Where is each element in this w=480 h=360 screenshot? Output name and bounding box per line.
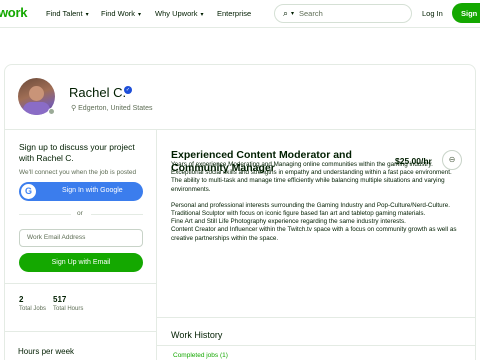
column-divider [156, 129, 157, 360]
chevron-down-icon: ▾ [85, 12, 89, 18]
or-divider-label: or [77, 210, 83, 217]
description-line: Exceptional social skills and strengths … [171, 169, 452, 177]
description-line: Years of experience Moderating and Manag… [171, 161, 433, 168]
profile-location: ⚲ Edgerton, United States [71, 104, 152, 112]
signup-button[interactable]: Sign [452, 3, 480, 23]
search-input[interactable]: Search [299, 9, 323, 18]
total-jobs-value: 2 [19, 295, 24, 304]
chevron-down-icon[interactable]: ▾ [291, 10, 294, 17]
nav-why-upwork-label: Why Upwork [155, 9, 198, 18]
profile-card: Rachel C. ✓ ⚲ Edgerton, United States Sig… [4, 64, 476, 360]
signup-heading: Sign up to discuss your project with Rac… [19, 142, 135, 163]
total-hours-value: 517 [53, 295, 67, 304]
search-icon: ⌕ [283, 8, 289, 18]
top-nav: work Find Talent ▾ Find Work ▾ Why Upwork ▾… [0, 0, 480, 28]
hours-divider [5, 331, 156, 332]
location-text: Edgerton, United States [78, 105, 153, 112]
google-signin-button[interactable]: G Sign In with Google [19, 182, 143, 201]
search-bar[interactable]: ⌕ ▾ Search [274, 4, 412, 23]
signup-subtext: We'll connect you when the job is posted [19, 169, 137, 176]
google-signin-label: Sign In with Google [62, 187, 123, 194]
nav-find-talent[interactable]: Find Talent ▾ [46, 9, 89, 18]
nav-find-work[interactable]: Find Work ▾ [101, 9, 141, 18]
login-link[interactable]: Log In [422, 9, 443, 18]
location-pin-icon: ⚲ [71, 105, 77, 112]
email-placeholder: Work Email Address [27, 234, 86, 241]
profile-name: Rachel C. [69, 85, 127, 100]
description-line: Fine Art and Still Life Photography expe… [171, 218, 406, 226]
or-divider-left [19, 214, 71, 215]
avatar-face [29, 86, 44, 101]
google-icon: G [21, 184, 36, 199]
description-line: Content Creator and Influencer within th… [171, 226, 457, 242]
completed-jobs-tab[interactable]: Completed jobs (1) [173, 352, 228, 359]
email-field[interactable]: Work Email Address [19, 229, 143, 247]
nav-enterprise[interactable]: Enterprise [217, 9, 251, 18]
chevron-down-icon: ▾ [138, 12, 142, 18]
work-history-divider [156, 317, 475, 318]
chevron-down-icon: ▾ [200, 12, 204, 18]
upwork-logo[interactable]: work [0, 5, 27, 20]
status-dot [48, 108, 55, 115]
signup-email-button[interactable]: Sign Up with Email [19, 253, 143, 272]
total-hours-label: Total Hours [53, 306, 84, 312]
nav-find-work-label: Find Work [101, 9, 136, 18]
description-line: The ability to multi-task and manage tim… [171, 177, 445, 193]
profile-description: Years of experience Moderating and Manag… [171, 161, 471, 243]
verified-badge-icon: ✓ [124, 86, 132, 94]
header-divider [5, 129, 475, 130]
stats-divider [5, 283, 156, 284]
hours-per-week-label: Hours per week [18, 347, 75, 356]
description-line: Traditional Sculptor with focus on iconi… [171, 210, 426, 218]
work-history-tab-divider [156, 345, 475, 346]
description-line: Personal and professional interests surr… [171, 201, 450, 209]
work-history-title: Work History [171, 330, 223, 340]
avatar-shirt [23, 102, 50, 115]
nav-find-talent-label: Find Talent [46, 9, 83, 18]
nav-why-upwork[interactable]: Why Upwork ▾ [155, 9, 204, 18]
or-divider-right [91, 214, 143, 215]
total-jobs-label: Total Jobs [19, 306, 47, 312]
